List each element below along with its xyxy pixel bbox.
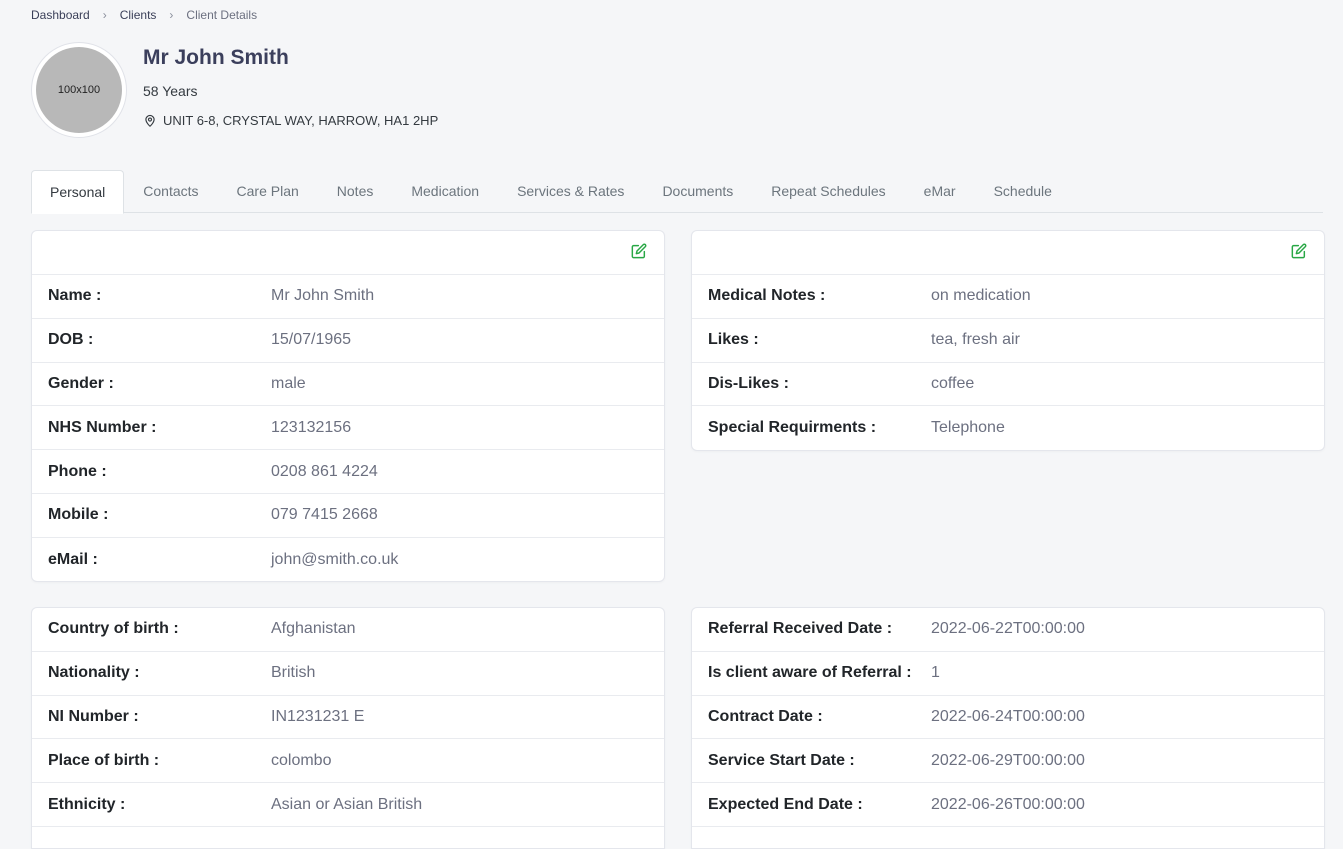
location-pin-icon [145,114,155,127]
detail-label: eMail : [48,550,98,568]
detail-row: Medical Notes : on medication [692,275,1324,319]
referral-details-card: Referral Received Date : 2022-06-22T00:00… [691,607,1325,849]
tab-documents[interactable]: Documents [643,170,752,213]
detail-value: john@smith.co.uk [271,550,399,568]
tab-medication[interactable]: Medication [392,170,498,213]
detail-value: Mr John Smith [271,287,375,305]
card-header [32,231,664,275]
detail-value: 15/07/1965 [271,331,352,349]
detail-value: 2022-06-26T00:00:00 [931,795,1085,813]
detail-label: Contract Date : [708,707,823,725]
detail-label: Phone : [48,462,107,480]
edit-icon[interactable] [1291,243,1307,259]
detail-label: Service Start Date : [708,751,855,769]
detail-row: Mobile : 079 7415 2668 [32,494,664,538]
card-header [692,231,1324,275]
breadcrumb-separator: › [169,8,174,22]
detail-label: Gender : [48,374,114,392]
detail-value: 0208 861 4224 [271,462,378,480]
client-name: Mr John Smith [143,46,289,69]
detail-label: Country of birth : [48,620,179,638]
detail-row: Dis-Likes : coffee [692,363,1324,407]
detail-row: Name : Mr John Smith [32,275,664,319]
detail-row: Service Start Date : 2022-06-29T00:00:00 [692,739,1324,784]
origin-details-card: Country of birth : Afghanistan Nationalit… [31,607,665,849]
detail-row: eMail : john@smith.co.uk [32,538,664,581]
personal-details-card: Name : Mr John Smith DOB : 15/07/1965 Gend… [31,230,665,582]
tab-repeat-schedules[interactable]: Repeat Schedules [752,170,904,213]
edit-icon[interactable] [631,243,647,259]
tab-schedule[interactable]: Schedule [975,170,1071,213]
detail-label: NI Number : [48,707,139,725]
tab-contacts[interactable]: Contacts [124,170,217,213]
avatar: 100x100 [31,42,127,138]
detail-row: Is client aware of Referral : 1 [692,652,1324,696]
tab-services-rates[interactable]: Services & Rates [498,170,643,213]
detail-label: NHS Number : [48,418,157,436]
detail-label: Dis-Likes : [708,374,789,392]
breadcrumb-clients[interactable]: Clients [120,8,157,22]
detail-value: on medication [931,287,1031,305]
detail-row: NI Number : IN1231231 E [32,696,664,740]
detail-value: 2022-06-24T00:00:00 [931,707,1085,725]
detail-row: Special Requirments : Telephone [692,406,1324,450]
tab-care-plan[interactable]: Care Plan [218,170,318,213]
detail-value: tea, fresh air [931,331,1020,349]
client-address: UNIT 6-8, CRYSTAL WAY, HARROW, HA1 2HP [143,113,438,128]
breadcrumb: Dashboard › Clients › Client Details [31,8,257,22]
detail-row: Ethnicity : Asian or Asian British [32,783,664,827]
detail-value: Asian or Asian British [271,795,423,813]
detail-row: Phone : 0208 861 4224 [32,450,664,494]
detail-value: 2022-06-29T00:00:00 [931,751,1085,769]
detail-value: 123132156 [271,418,352,436]
detail-label: Medical Notes : [708,287,826,305]
detail-label: DOB : [48,331,94,349]
detail-label: Is client aware of Referral : [708,664,912,682]
detail-value: Telephone [931,419,1005,437]
detail-label: Nationality : [48,664,140,682]
detail-value: Afghanistan [271,620,356,638]
breadcrumb-separator: › [102,8,107,22]
detail-row: NHS Number : 123132156 [32,406,664,451]
detail-label: Referral Received Date : [708,620,893,638]
detail-row: Referral Received Date : 2022-06-22T00:00… [692,608,1324,652]
detail-row: Expected End Date : 2022-06-26T00:00:00 [692,783,1324,827]
detail-label: Name : [48,287,102,305]
breadcrumb-dashboard[interactable]: Dashboard [31,8,90,22]
detail-value: male [271,374,306,392]
tab-personal[interactable]: Personal [31,170,125,214]
tab-emar[interactable]: eMar [905,170,975,213]
client-address-text: UNIT 6-8, CRYSTAL WAY, HARROW, HA1 2HP [163,113,439,128]
client-age: 58 Years [143,83,198,99]
detail-value: coffee [931,374,975,392]
detail-label: Mobile : [48,506,109,524]
detail-value: 079 7415 2668 [271,506,378,524]
tab-bar: Personal Contacts Care Plan Notes Medica… [31,170,1323,214]
detail-label: Expected End Date : [708,795,863,813]
medical-notes-card: Medical Notes : on medication Likes : tea,… [691,230,1325,451]
breadcrumb-current: Client Details [186,8,258,22]
detail-row: Likes : tea, fresh air [692,319,1324,363]
detail-value: colombo [271,751,332,769]
detail-row: Country of birth : Afghanistan [32,608,664,652]
detail-row: Gender : male [32,363,664,407]
detail-row: Place of birth : colombo [32,739,664,784]
detail-label: Likes : [708,331,759,349]
detail-label: Special Requirments : [708,419,877,437]
detail-label: Place of birth : [48,751,160,769]
avatar-placeholder: 100x100 [36,47,122,133]
detail-value: 1 [931,664,940,682]
detail-value: British [271,664,316,682]
detail-value: 2022-06-22T00:00:00 [931,620,1085,638]
detail-row: DOB : 15/07/1965 [32,319,664,363]
detail-row: Contract Date : 2022-06-24T00:00:00 [692,696,1324,740]
detail-row: Nationality : British [32,652,664,696]
tab-notes[interactable]: Notes [318,170,393,213]
detail-label: Ethnicity : [48,795,126,813]
detail-value: IN1231231 E [271,707,365,725]
